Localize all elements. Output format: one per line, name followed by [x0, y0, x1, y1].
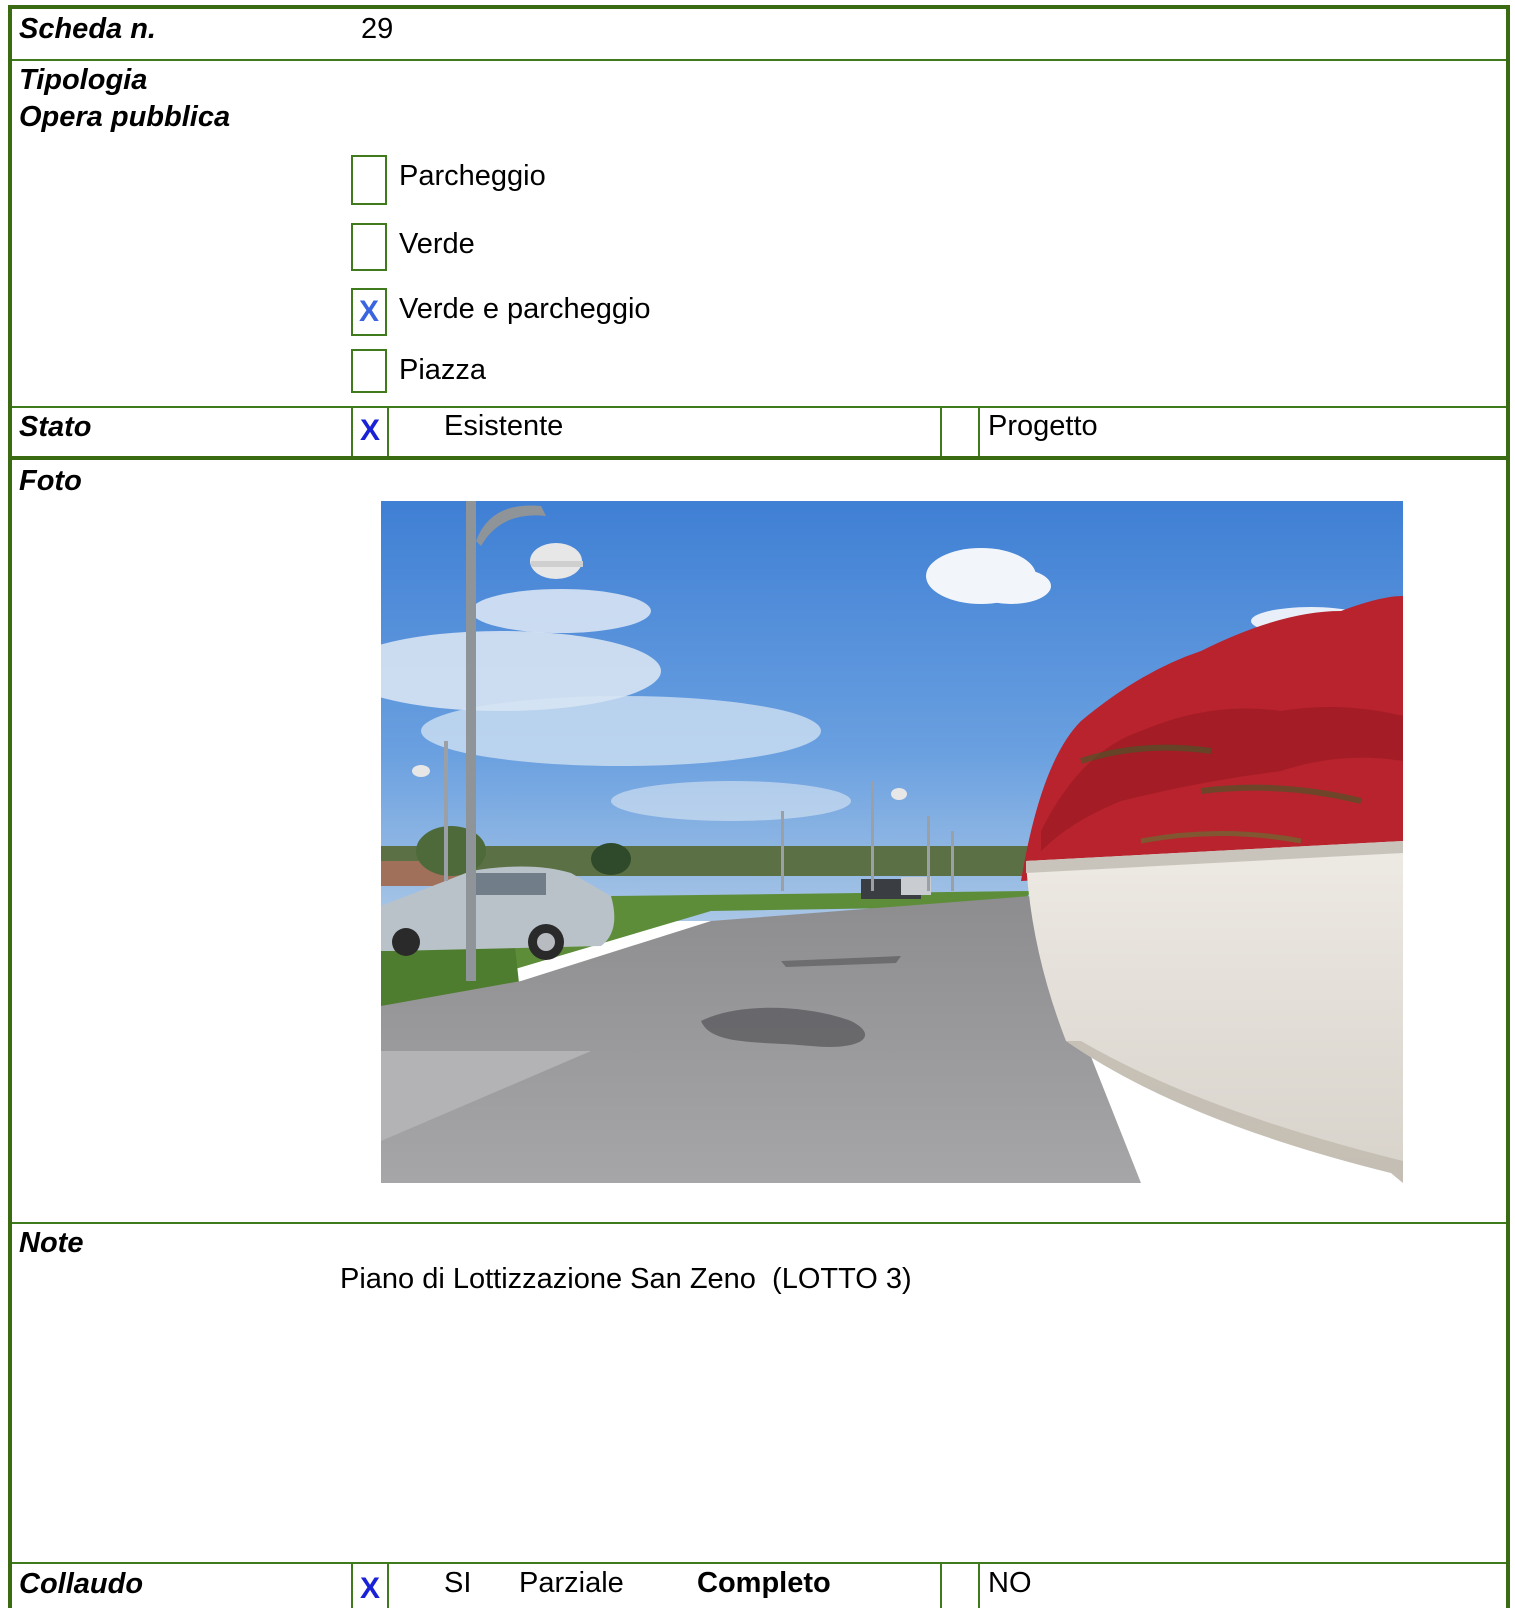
collaudo-col-divider-4	[978, 1562, 980, 1608]
frame-top	[8, 5, 1510, 9]
option-verde-e-parcheggio-label: Verde e parcheggio	[399, 293, 651, 325]
site-photo	[381, 501, 1403, 1183]
stato-label: Stato	[19, 411, 92, 443]
collaudo-label: Collaudo	[19, 1568, 144, 1600]
tipologia-label: Tipologia	[19, 64, 148, 96]
scheda-number: 29	[361, 13, 394, 45]
checkbox-verde-e-parcheggio[interactable]: X	[351, 288, 387, 336]
collaudo-option-si: SI	[444, 1567, 472, 1599]
scheda-label: Scheda n.	[19, 13, 156, 45]
foto-label: Foto	[19, 465, 82, 497]
opera-pubblica-label: Opera pubblica	[19, 101, 231, 133]
option-verde-label: Verde	[399, 228, 475, 260]
note-text: Piano di Lottizzazione San Zeno (LOTTO 3…	[340, 1263, 912, 1295]
stato-option-progetto: Progetto	[988, 410, 1098, 442]
frame-right	[1506, 8, 1510, 1608]
checkbox-piazza[interactable]	[351, 349, 387, 393]
divider-4	[12, 1222, 1506, 1224]
collaudo-option-parziale: Parziale	[519, 1567, 624, 1599]
divider-3	[8, 456, 1510, 460]
stato-option-esistente: Esistente	[444, 410, 564, 442]
collaudo-col-divider-1	[351, 1562, 353, 1608]
divider-1	[12, 59, 1506, 61]
option-parcheggio-label: Parcheggio	[399, 160, 546, 192]
note-label: Note	[19, 1227, 84, 1259]
collaudo-checkbox[interactable]: X	[360, 1572, 380, 1606]
checkbox-verde[interactable]	[351, 223, 387, 271]
stato-col-divider-1	[351, 406, 353, 456]
collaudo-option-completo: Completo	[697, 1567, 831, 1599]
divider-5	[12, 1562, 1506, 1564]
stato-col-divider-2	[387, 406, 389, 456]
stato-col-divider-4	[978, 406, 980, 456]
stato-checkbox[interactable]: X	[360, 414, 380, 448]
checkbox-parcheggio[interactable]	[351, 155, 387, 205]
stato-col-divider-3	[940, 406, 942, 456]
collaudo-col-divider-2	[387, 1562, 389, 1608]
collaudo-option-no: NO	[988, 1567, 1032, 1599]
collaudo-col-divider-3	[940, 1562, 942, 1608]
frame-left	[8, 8, 12, 1608]
option-piazza-label: Piazza	[399, 354, 487, 386]
divider-2	[12, 406, 1506, 408]
